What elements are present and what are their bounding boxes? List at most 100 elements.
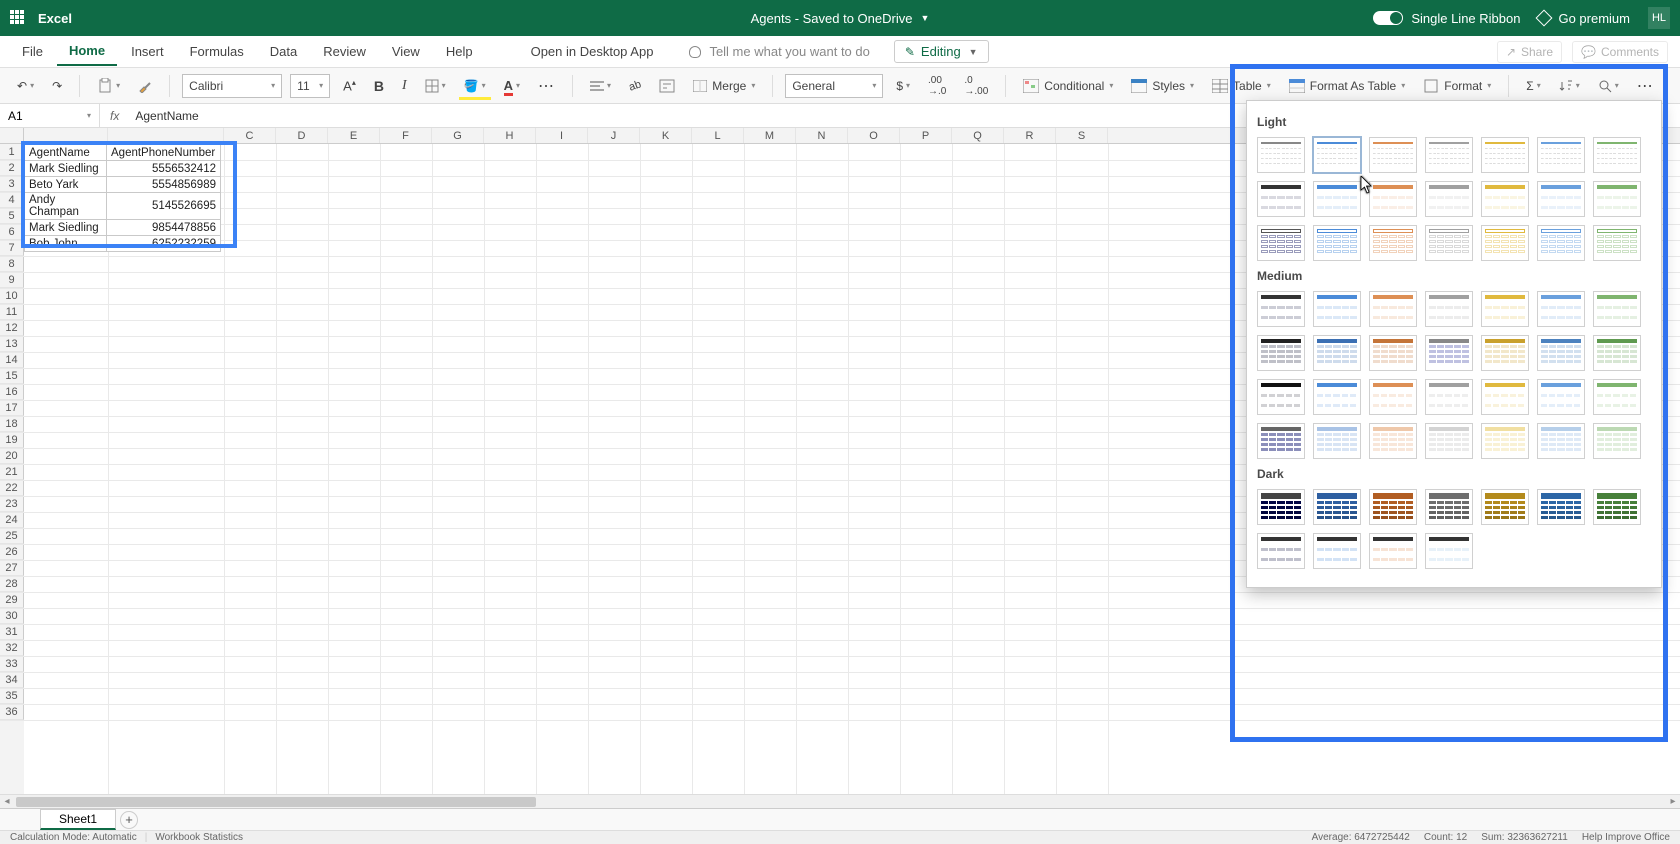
- sort-filter-button[interactable]: ▾: [1554, 75, 1585, 97]
- table-style-swatch[interactable]: [1369, 533, 1417, 569]
- bold-button[interactable]: B: [369, 74, 389, 98]
- table-style-swatch[interactable]: [1425, 335, 1473, 371]
- table-style-swatch[interactable]: [1537, 291, 1585, 327]
- table-style-swatch[interactable]: [1537, 225, 1585, 261]
- autosum-button[interactable]: Σ▾: [1521, 75, 1545, 97]
- increase-font-button[interactable]: A▴: [338, 74, 361, 97]
- col-header[interactable]: E: [328, 128, 380, 143]
- more-font-options[interactable]: ⋯: [533, 72, 560, 100]
- table-style-swatch[interactable]: [1313, 489, 1361, 525]
- data-cell[interactable]: Mark Siedling: [25, 220, 107, 236]
- table-style-swatch[interactable]: [1425, 225, 1473, 261]
- table-style-swatch[interactable]: [1593, 489, 1641, 525]
- col-header[interactable]: C: [224, 128, 276, 143]
- cell-styles-button[interactable]: Styles▾: [1126, 75, 1199, 97]
- table-style-swatch[interactable]: [1257, 489, 1305, 525]
- orientation-button[interactable]: ab: [624, 76, 646, 96]
- select-all-corner[interactable]: [0, 128, 24, 144]
- col-header[interactable]: S: [1056, 128, 1108, 143]
- table-style-swatch[interactable]: [1537, 335, 1585, 371]
- scroll-left-icon[interactable]: ◂: [0, 796, 14, 807]
- col-header[interactable]: N: [796, 128, 848, 143]
- table-style-swatch[interactable]: [1481, 291, 1529, 327]
- merge-button[interactable]: Merge▾: [688, 75, 760, 97]
- table-style-swatch[interactable]: [1537, 489, 1585, 525]
- tab-formulas[interactable]: Formulas: [178, 38, 256, 65]
- wrap-text-button[interactable]: [654, 75, 680, 97]
- currency-button[interactable]: $▾: [891, 75, 915, 97]
- table-style-swatch[interactable]: [1257, 291, 1305, 327]
- table-style-swatch[interactable]: [1369, 335, 1417, 371]
- col-header[interactable]: I: [536, 128, 588, 143]
- table-style-swatch[interactable]: [1425, 423, 1473, 459]
- single-line-ribbon-toggle[interactable]: Single Line Ribbon: [1373, 11, 1520, 26]
- table-style-swatch[interactable]: [1313, 225, 1361, 261]
- redo-button[interactable]: ↷: [47, 75, 67, 97]
- table-style-swatch[interactable]: [1313, 137, 1361, 173]
- help-improve[interactable]: Help Improve Office: [1582, 832, 1670, 843]
- user-avatar[interactable]: HL: [1648, 7, 1670, 29]
- editing-mode-button[interactable]: ✎ Editing ▼: [894, 40, 989, 63]
- fill-color-button[interactable]: 🪣▾: [459, 75, 491, 97]
- tell-me-search[interactable]: Tell me what you want to do: [689, 44, 869, 59]
- tab-help[interactable]: Help: [434, 38, 485, 65]
- conditional-formatting-button[interactable]: Conditional▾: [1018, 75, 1118, 97]
- tab-insert[interactable]: Insert: [119, 38, 176, 65]
- tab-file[interactable]: File: [10, 38, 55, 65]
- format-painter-button[interactable]: [133, 75, 157, 97]
- paste-button[interactable]: ▾: [92, 74, 125, 98]
- table-style-swatch[interactable]: [1537, 181, 1585, 217]
- col-header[interactable]: O: [848, 128, 900, 143]
- table-style-swatch[interactable]: [1481, 137, 1529, 173]
- header-cell[interactable]: AgentPhoneNumber: [107, 145, 221, 161]
- table-style-swatch[interactable]: [1369, 291, 1417, 327]
- scroll-thumb[interactable]: [16, 797, 536, 807]
- open-in-desktop-button[interactable]: Open in Desktop App: [519, 38, 666, 65]
- col-header[interactable]: R: [1004, 128, 1056, 143]
- tab-view[interactable]: View: [380, 38, 432, 65]
- tab-data[interactable]: Data: [258, 38, 309, 65]
- table-style-swatch[interactable]: [1425, 181, 1473, 217]
- table-style-swatch[interactable]: [1369, 225, 1417, 261]
- table-style-swatch[interactable]: [1481, 335, 1529, 371]
- table-style-swatch[interactable]: [1257, 379, 1305, 415]
- table-style-swatch[interactable]: [1369, 489, 1417, 525]
- more-commands[interactable]: ⋯: [1632, 72, 1659, 100]
- data-cell[interactable]: Bob John: [25, 236, 107, 252]
- document-title[interactable]: Agents - Saved to OneDrive: [751, 11, 913, 26]
- find-button[interactable]: ▾: [1593, 75, 1624, 97]
- share-button[interactable]: ↗ Share: [1497, 41, 1562, 63]
- table-style-swatch[interactable]: [1593, 335, 1641, 371]
- table-style-swatch[interactable]: [1481, 489, 1529, 525]
- table-style-swatch[interactable]: [1257, 423, 1305, 459]
- table-style-swatch[interactable]: [1537, 379, 1585, 415]
- workbook-stats[interactable]: Workbook Statistics: [155, 832, 243, 843]
- go-premium-button[interactable]: Go premium: [1538, 11, 1630, 26]
- data-cell[interactable]: 5556532412: [107, 161, 221, 177]
- table-style-swatch[interactable]: [1313, 335, 1361, 371]
- table-style-swatch[interactable]: [1537, 137, 1585, 173]
- new-sheet-button[interactable]: +: [120, 811, 138, 829]
- scroll-right-icon[interactable]: ▸: [1666, 796, 1680, 807]
- horizontal-scrollbar[interactable]: ◂ ▸: [0, 794, 1680, 808]
- col-header[interactable]: J: [588, 128, 640, 143]
- format-as-table-button[interactable]: Format As Table▾: [1284, 75, 1411, 97]
- align-button[interactable]: ▾: [585, 76, 616, 96]
- format-button[interactable]: Format▾: [1418, 75, 1496, 97]
- table-style-swatch[interactable]: [1481, 181, 1529, 217]
- font-color-button[interactable]: A▾: [499, 74, 525, 97]
- table-style-swatch[interactable]: [1313, 379, 1361, 415]
- table-style-swatch[interactable]: [1593, 225, 1641, 261]
- table-style-swatch[interactable]: [1593, 137, 1641, 173]
- data-cell[interactable]: Beto Yark: [25, 177, 107, 193]
- formula-content[interactable]: AgentName: [129, 109, 204, 123]
- app-launcher-icon[interactable]: [10, 10, 26, 26]
- table-style-swatch[interactable]: [1257, 533, 1305, 569]
- data-cell[interactable]: 6252232259: [107, 236, 221, 252]
- data-cell[interactable]: Mark Siedling: [25, 161, 107, 177]
- col-header[interactable]: F: [380, 128, 432, 143]
- table-style-swatch[interactable]: [1425, 137, 1473, 173]
- table-style-swatch[interactable]: [1257, 181, 1305, 217]
- col-header[interactable]: Q: [952, 128, 1004, 143]
- sheet-tab-sheet1[interactable]: Sheet1: [40, 809, 116, 830]
